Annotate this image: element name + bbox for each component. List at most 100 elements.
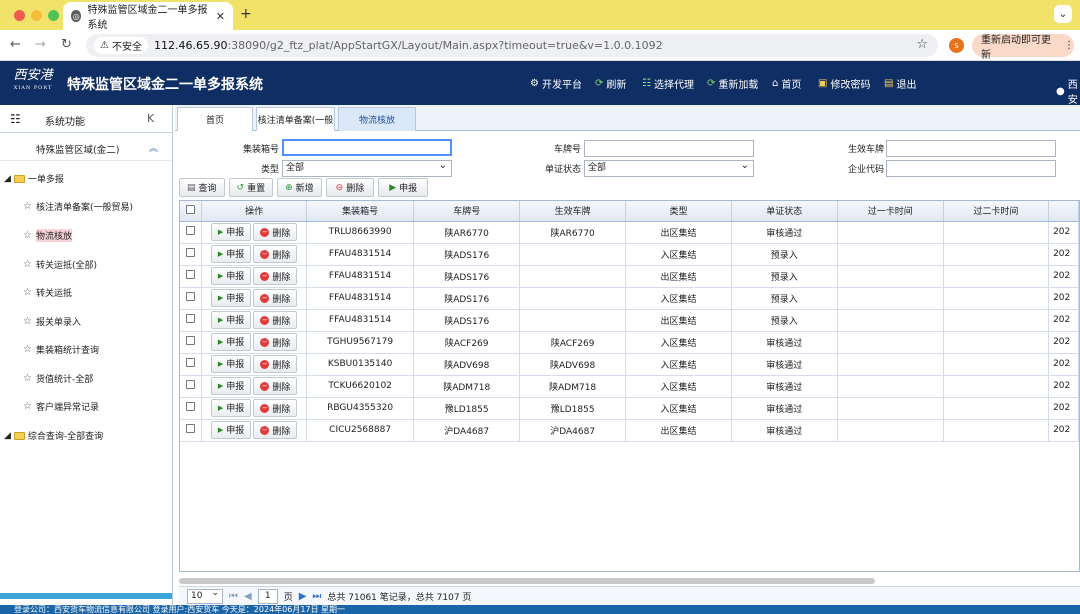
tab-wuliuhefang[interactable]: 物流核放 — [338, 107, 416, 131]
sidebar-item-zhuanguan[interactable]: ☆ 转关运抵 — [23, 286, 72, 299]
table-row[interactable]: ▶ 申报 − 删除 TCKU6620102 陕ADM718 陕ADM718 入区集结 审核通过 2… — [180, 375, 1079, 398]
row-delete-button[interactable]: − 删除 — [253, 355, 298, 374]
row-declare-button[interactable]: ▶ 申报 — [210, 376, 252, 395]
col-header[interactable]: 生效车牌 — [519, 201, 627, 222]
expand-arrow-icon[interactable]: ◢ — [4, 431, 11, 441]
table-row[interactable]: ▶ 申报 − 删除 FFAU4831514 陕ADS176 出区集结 预录入 202 — [180, 309, 1079, 332]
row-delete-button[interactable]: − 删除 — [253, 223, 298, 242]
bookmark-star-icon[interactable]: ☆ — [916, 37, 928, 52]
row-delete-button[interactable]: − 删除 — [253, 399, 298, 418]
sidebar-item-zhuanguan-all[interactable]: ☆ 转关运抵(全部) — [23, 258, 97, 271]
next-page-icon[interactable]: ▶ — [299, 591, 307, 602]
row-declare-button[interactable]: ▶ 申报 — [210, 266, 252, 285]
nav-select-agent[interactable]: ☷ 选择代理 — [642, 76, 694, 91]
address-bar[interactable]: ⚠ 不安全 112.46.65.90:38090/g2_ftz_plat/App… — [86, 34, 938, 57]
reload-icon[interactable]: ↻ — [61, 37, 72, 52]
horizontal-scrollbar[interactable] — [179, 578, 875, 584]
tab-close-icon[interactable]: ✕ — [216, 10, 225, 23]
table-row[interactable]: ▶ 申报 − 删除 FFAU4831514 陕ADS176 入区集结 预录入 202 — [180, 287, 1079, 310]
nav-logout[interactable]: ▤ 退出 — [884, 76, 916, 91]
row-checkbox[interactable] — [180, 397, 203, 420]
tab-hezhu[interactable]: 核注清单备案(一般 — [256, 107, 335, 131]
reset-button[interactable]: ↺ 重置 — [228, 178, 274, 197]
tab-home[interactable]: 首页 — [177, 107, 253, 131]
row-checkbox[interactable] — [180, 265, 203, 288]
row-checkbox[interactable] — [180, 375, 203, 398]
row-declare-button[interactable]: ▶ 申报 — [210, 398, 252, 417]
back-arrow-icon[interactable]: ← — [10, 37, 21, 52]
nav-reload[interactable]: ⟳ 重新加载 — [707, 76, 758, 91]
more-menu-icon[interactable]: ⋮ — [1064, 40, 1074, 51]
profile-avatar[interactable]: S — [949, 38, 964, 53]
nav-home[interactable]: ⌂ 首页 — [772, 76, 801, 91]
table-row[interactable]: ▶ 申报 − 删除 CICU2568887 沪DA4687 沪DA4687 出区集结 审核通过 2… — [180, 419, 1079, 442]
last-page-icon[interactable]: ⏭ — [312, 591, 321, 602]
row-declare-button[interactable]: ▶ 申报 — [210, 222, 252, 241]
chevron-up-icon[interactable]: ︽ — [149, 141, 158, 154]
plate-input[interactable] — [584, 140, 754, 157]
row-checkbox[interactable] — [180, 287, 203, 310]
col-header[interactable]: 单证状态 — [731, 201, 838, 222]
menu-grid-icon[interactable]: ☷ — [10, 112, 21, 126]
tree-folder-yidanduobao[interactable]: ◢ 一单多报 — [4, 172, 64, 186]
collapse-sidebar-icon[interactable]: K — [147, 112, 154, 125]
select-all-checkbox[interactable] — [180, 201, 203, 222]
row-delete-button[interactable]: − 删除 — [253, 289, 298, 308]
row-delete-button[interactable]: − 删除 — [253, 245, 298, 264]
row-delete-button[interactable]: − 删除 — [253, 421, 298, 440]
row-checkbox[interactable] — [180, 309, 203, 332]
status-select[interactable]: 全部 — [584, 158, 754, 177]
row-declare-button[interactable]: ▶ 申报 — [210, 288, 252, 307]
chevron-down-icon[interactable]: ⌄ — [1054, 5, 1072, 23]
new-tab-button[interactable]: + — [240, 6, 252, 22]
row-checkbox[interactable] — [180, 419, 203, 442]
sidebar-item-value-stats[interactable]: ☆ 货值统计-全部 — [23, 372, 93, 385]
sidebar-region[interactable]: 特殊监管区域(金二) ︽ — [0, 133, 172, 161]
table-row[interactable]: ▶ 申报 − 删除 FFAU4831514 陕ADS176 入区集结 预录入 202 — [180, 243, 1079, 266]
tree-folder-query[interactable]: ◢ 综合查询-全部查询 — [4, 429, 103, 443]
delete-button[interactable]: ⊖ 删除 — [325, 178, 375, 197]
row-declare-button[interactable]: ▶ 申报 — [210, 310, 252, 329]
table-row[interactable]: ▶ 申报 − 删除 FFAU4831514 陕ADS176 出区集结 预录入 202 — [180, 265, 1079, 288]
col-header[interactable]: 车牌号 — [413, 201, 521, 222]
row-delete-button[interactable]: − 删除 — [253, 267, 298, 286]
nav-dev-platform[interactable]: ⚙ 开发平台 — [530, 76, 582, 91]
table-row[interactable]: ▶ 申报 − 删除 TRLU8663990 陕AR6770 陕AR6770 出区集结 审核通过 2… — [180, 221, 1079, 244]
row-checkbox[interactable] — [180, 331, 203, 354]
table-row[interactable]: ▶ 申报 − 删除 KSBU0135140 陕ADV698 陕ADV698 入区集结 审核通过 2… — [180, 353, 1079, 376]
declare-button[interactable]: ▶ 申报 — [378, 178, 429, 197]
add-button[interactable]: ⊕ 新增 — [277, 178, 322, 197]
page-size-select[interactable]: 10 — [187, 587, 223, 604]
maximize-window-button[interactable] — [48, 10, 59, 21]
row-declare-button[interactable]: ▶ 申报 — [210, 420, 252, 439]
row-declare-button[interactable]: ▶ 申报 — [210, 354, 252, 373]
row-checkbox[interactable] — [180, 353, 203, 376]
minimize-window-button[interactable] — [31, 10, 42, 21]
col-header[interactable]: 集装箱号 — [306, 201, 415, 222]
first-page-icon[interactable]: ⏮ — [229, 591, 238, 602]
forward-arrow-icon[interactable]: → — [35, 37, 46, 52]
table-row[interactable]: ▶ 申报 − 删除 TGHU9567179 陕ACF269 陕ACF269 入区集结 审核通过 2… — [180, 331, 1079, 354]
sidebar-item-client-errors[interactable]: ☆ 客户端异常记录 — [23, 400, 99, 413]
effective-plate-input[interactable] — [886, 140, 1056, 157]
row-checkbox[interactable] — [180, 243, 203, 266]
prev-page-icon[interactable]: ◀ — [244, 591, 252, 602]
nav-refresh[interactable]: ⟳ 刷新 — [595, 76, 626, 91]
sidebar-item-hezhu[interactable]: ☆ 核注清单备案(一般贸易) — [23, 200, 133, 213]
user-menu[interactable]: ● 西安 — [1056, 76, 1080, 106]
row-declare-button[interactable]: ▶ 申报 — [210, 332, 252, 351]
close-window-button[interactable] — [14, 10, 25, 21]
col-header[interactable]: 过一卡时间 — [837, 201, 944, 222]
col-header[interactable] — [1048, 201, 1079, 222]
sidebar-item-wuliuhefang[interactable]: ☆ 物流核放 — [23, 229, 72, 242]
page-number-input[interactable]: 1 — [257, 588, 278, 604]
sidebar-item-container-stats[interactable]: ☆ 集装箱统计查询 — [23, 343, 99, 356]
col-header[interactable]: 过二卡时间 — [943, 201, 1050, 222]
type-select[interactable]: 全部 — [282, 158, 452, 177]
table-row[interactable]: ▶ 申报 − 删除 RBGU4355320 豫LD1855 豫LD1855 入区集结 审核通过 2… — [180, 397, 1079, 420]
row-delete-button[interactable]: − 删除 — [253, 333, 298, 352]
row-declare-button[interactable]: ▶ 申报 — [210, 244, 252, 263]
col-header[interactable]: 类型 — [625, 201, 732, 222]
relaunch-update-button[interactable]: 重新启动即可更新 ⋮ — [972, 34, 1074, 61]
row-delete-button[interactable]: − 删除 — [253, 311, 298, 330]
